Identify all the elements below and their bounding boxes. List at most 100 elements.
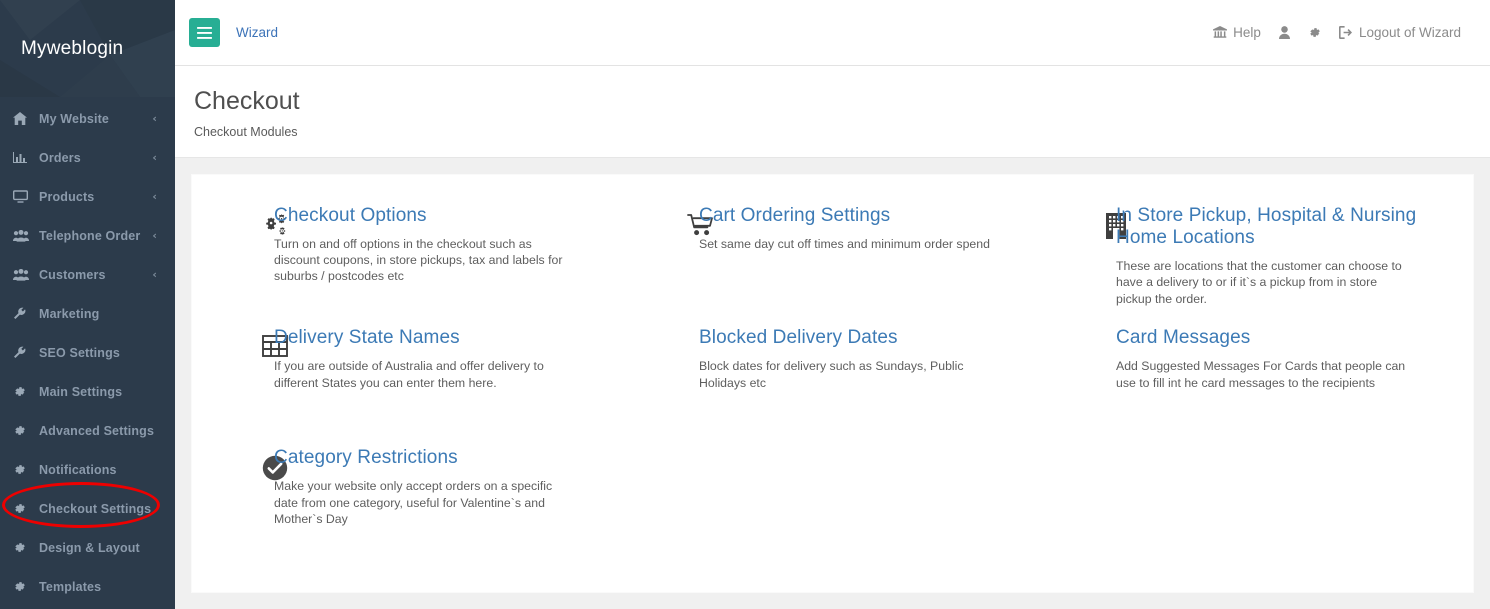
check-circle-icon <box>192 447 288 537</box>
building-icon <box>1042 205 1126 307</box>
users-icon <box>13 229 30 242</box>
module-description: Turn on and off options in the checkout … <box>274 236 563 284</box>
sidebar-item-label: Design & Layout <box>39 540 140 555</box>
chevron-left-icon: ‹ <box>152 112 157 125</box>
sidebar-item-notifications[interactable]: Notifications <box>0 450 175 489</box>
settings-button[interactable] <box>1299 26 1330 39</box>
page-title: Checkout <box>194 87 300 115</box>
sidebar-item-seo-settings[interactable]: SEO Settings <box>0 333 175 372</box>
sidebar-item-label: My Website <box>39 111 110 126</box>
desktop-icon <box>13 190 30 203</box>
module-title[interactable]: Blocked Delivery Dates <box>699 327 1020 349</box>
logout-label: Logout of Wizard <box>1358 25 1461 40</box>
module-body: Card Messages Add Suggested Messages For… <box>1104 327 1451 427</box>
wrench-icon <box>13 307 30 320</box>
modules-grid: Checkout Options Turn on and off options… <box>192 195 1473 547</box>
module-description: Block dates for delivery such as Sundays… <box>699 359 964 390</box>
sidebar-item-marketing[interactable]: Marketing <box>0 294 175 333</box>
module-card-blocked-delivery-dates[interactable]: Blocked Delivery Dates Block dates for d… <box>617 317 1042 437</box>
gear-icon <box>13 385 30 398</box>
module-description: These are locations that the customer ca… <box>1116 258 1402 306</box>
university-icon <box>1213 26 1228 39</box>
sidebar-item-label: Orders <box>39 150 81 165</box>
modules-panel: Checkout Options Turn on and off options… <box>191 173 1474 593</box>
chevron-left-icon: ‹ <box>152 229 157 242</box>
sidebar-item-label: Templates <box>39 579 102 594</box>
gear-icon <box>13 424 30 437</box>
wizard-link[interactable]: Wizard <box>236 25 278 40</box>
logout-button[interactable]: Logout of Wizard <box>1330 25 1470 40</box>
users-icon <box>13 268 30 281</box>
user-button[interactable] <box>1270 26 1299 39</box>
sidebar-item-telephone-order[interactable]: Telephone Order ‹ <box>0 216 175 255</box>
gear-icon <box>13 502 30 515</box>
gear-icon <box>13 541 30 554</box>
module-body: Cart Ordering Settings Set same day cut … <box>687 205 1020 307</box>
module-card-checkout-options[interactable]: Checkout Options Turn on and off options… <box>192 195 617 317</box>
top-bar-actions: Help Logout of Wizard <box>1204 25 1470 40</box>
module-description: Make your website only accept orders on … <box>274 479 553 526</box>
sidebar-item-my-website[interactable]: My Website ‹ <box>0 99 175 138</box>
sidebar-item-products[interactable]: Products ‹ <box>0 177 175 216</box>
table-icon <box>192 327 288 427</box>
sidebar: Myweblogin My Website ‹ Orders ‹ Product… <box>0 0 175 609</box>
module-description: Add Suggested Messages For Cards that pe… <box>1116 359 1406 390</box>
module-title[interactable]: Checkout Options <box>274 205 595 227</box>
sidebar-item-templates[interactable]: Templates <box>0 567 175 606</box>
module-title[interactable]: Cart Ordering Settings <box>699 205 1020 227</box>
sidebar-item-label: Notifications <box>39 462 117 477</box>
sidebar-item-customers[interactable]: Customers ‹ <box>0 255 175 294</box>
module-body: Category Restrictions Make your website … <box>262 447 595 537</box>
module-card-in-store-pickup[interactable]: In Store Pickup, Hospital & Nursing Home… <box>1042 195 1473 317</box>
sidebar-item-label: Main Settings <box>39 384 123 399</box>
chart-bar-icon <box>13 151 30 164</box>
brand-name: Myweblogin <box>21 37 124 59</box>
gear-icon <box>13 463 30 476</box>
brand-header[interactable]: Myweblogin <box>0 0 175 97</box>
cogs-icon <box>192 205 286 307</box>
module-card-delivery-state-names[interactable]: Delivery State Names If you are outside … <box>192 317 617 437</box>
module-title[interactable]: Card Messages <box>1116 327 1451 349</box>
wrench-icon <box>13 346 30 359</box>
module-card-category-restrictions[interactable]: Category Restrictions Make your website … <box>192 437 617 547</box>
gear-icon <box>13 580 30 593</box>
module-body: Blocked Delivery Dates Block dates for d… <box>687 327 1020 427</box>
module-description: Set same day cut off times and minimum o… <box>699 236 990 251</box>
module-title[interactable]: In Store Pickup, Hospital & Nursing Home… <box>1116 205 1451 249</box>
chevron-left-icon: ‹ <box>152 190 157 203</box>
module-card-cart-ordering-settings[interactable]: Cart Ordering Settings Set same day cut … <box>617 195 1042 317</box>
hamburger-icon[interactable] <box>189 18 220 47</box>
module-body: Delivery State Names If you are outside … <box>262 327 595 427</box>
page-subtitle: Checkout Modules <box>194 124 298 139</box>
module-title[interactable]: Delivery State Names <box>274 327 595 349</box>
sidebar-item-checkout-settings[interactable]: Checkout Settings <box>0 489 175 528</box>
help-button[interactable]: Help <box>1204 25 1270 40</box>
module-body: Checkout Options Turn on and off options… <box>262 205 595 307</box>
sign-out-icon <box>1338 26 1353 39</box>
chevron-left-icon: ‹ <box>152 268 157 281</box>
sidebar-item-advanced-settings[interactable]: Advanced Settings <box>0 411 175 450</box>
sidebar-item-label: Advanced Settings <box>39 423 155 438</box>
module-title[interactable]: Category Restrictions <box>274 447 595 469</box>
sidebar-item-orders[interactable]: Orders ‹ <box>0 138 175 177</box>
user-icon <box>1278 26 1290 39</box>
sidebar-item-label: SEO Settings <box>39 345 120 360</box>
home-icon <box>13 112 30 125</box>
page-header: Checkout Checkout Modules <box>175 66 1490 158</box>
shopping-cart-icon <box>617 205 713 307</box>
module-card-card-messages[interactable]: Card Messages Add Suggested Messages For… <box>1042 317 1473 437</box>
sidebar-item-label: Customers <box>39 267 106 282</box>
module-body: In Store Pickup, Hospital & Nursing Home… <box>1104 205 1451 307</box>
sidebar-item-label: Marketing <box>39 306 100 321</box>
content-wrapper: Checkout Options Turn on and off options… <box>175 158 1490 609</box>
main-area: Wizard Help Logout of Wizard Checkout Ch… <box>175 0 1490 609</box>
help-label: Help <box>1233 25 1261 40</box>
sidebar-nav: My Website ‹ Orders ‹ Products ‹ Telepho… <box>0 97 175 606</box>
sidebar-item-label: Telephone Order <box>39 228 141 243</box>
chevron-left-icon: ‹ <box>152 151 157 164</box>
sidebar-item-main-settings[interactable]: Main Settings <box>0 372 175 411</box>
sidebar-item-label: Products <box>39 189 95 204</box>
gear-icon <box>1308 26 1321 39</box>
sidebar-item-design-layout[interactable]: Design & Layout <box>0 528 175 567</box>
sidebar-item-label: Checkout Settings <box>39 501 152 516</box>
